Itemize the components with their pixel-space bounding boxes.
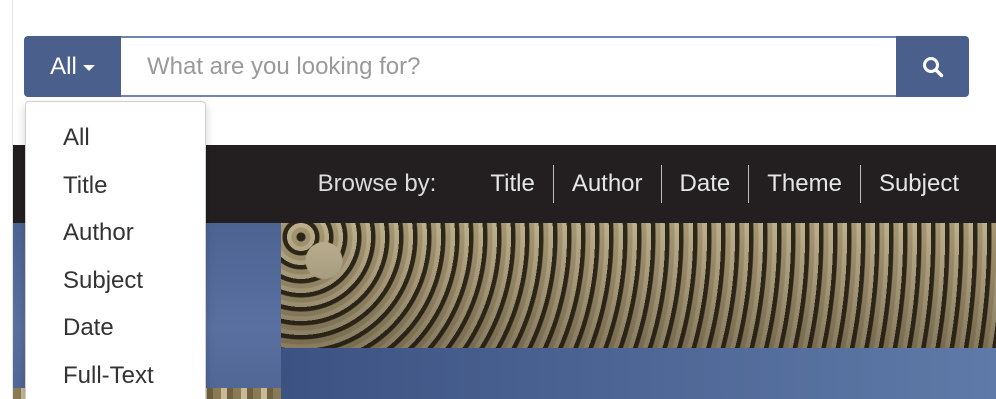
browse-link-author[interactable]: Author — [554, 170, 661, 198]
browse-link-title[interactable]: Title — [472, 170, 552, 198]
scope-option-date[interactable]: Date — [26, 304, 205, 352]
browse-link-subject[interactable]: Subject — [861, 170, 959, 198]
caret-down-icon — [82, 65, 95, 71]
search-scope-label: All — [50, 52, 77, 80]
scope-option-subject[interactable]: Subject — [26, 257, 205, 305]
search-button[interactable] — [896, 36, 969, 97]
scope-option-author[interactable]: Author — [26, 209, 205, 257]
scope-option-full-text[interactable]: Full-Text — [26, 352, 205, 399]
search-bar: All — [24, 36, 969, 97]
scope-option-title[interactable]: Title — [26, 162, 205, 210]
browse-by-label: Browse by: — [317, 170, 437, 197]
page-frame: All Browse by: Title Author Date Theme S… — [12, 0, 996, 399]
hero-historical-photo — [281, 223, 996, 348]
browse-link-date[interactable]: Date — [662, 170, 749, 198]
search-icon — [922, 56, 943, 77]
hero-banner — [281, 348, 996, 399]
hero-photo-shade — [281, 223, 996, 348]
browse-link-theme[interactable]: Theme — [749, 170, 860, 198]
search-input[interactable] — [121, 36, 896, 97]
search-scope-menu: All Title Author Subject Date Full-Text — [25, 101, 206, 399]
browse-nav: Browse by: Title Author Date Theme Subje… — [318, 145, 959, 223]
scope-option-all[interactable]: All — [26, 114, 205, 162]
search-scope-dropdown-button[interactable]: All — [24, 36, 121, 97]
